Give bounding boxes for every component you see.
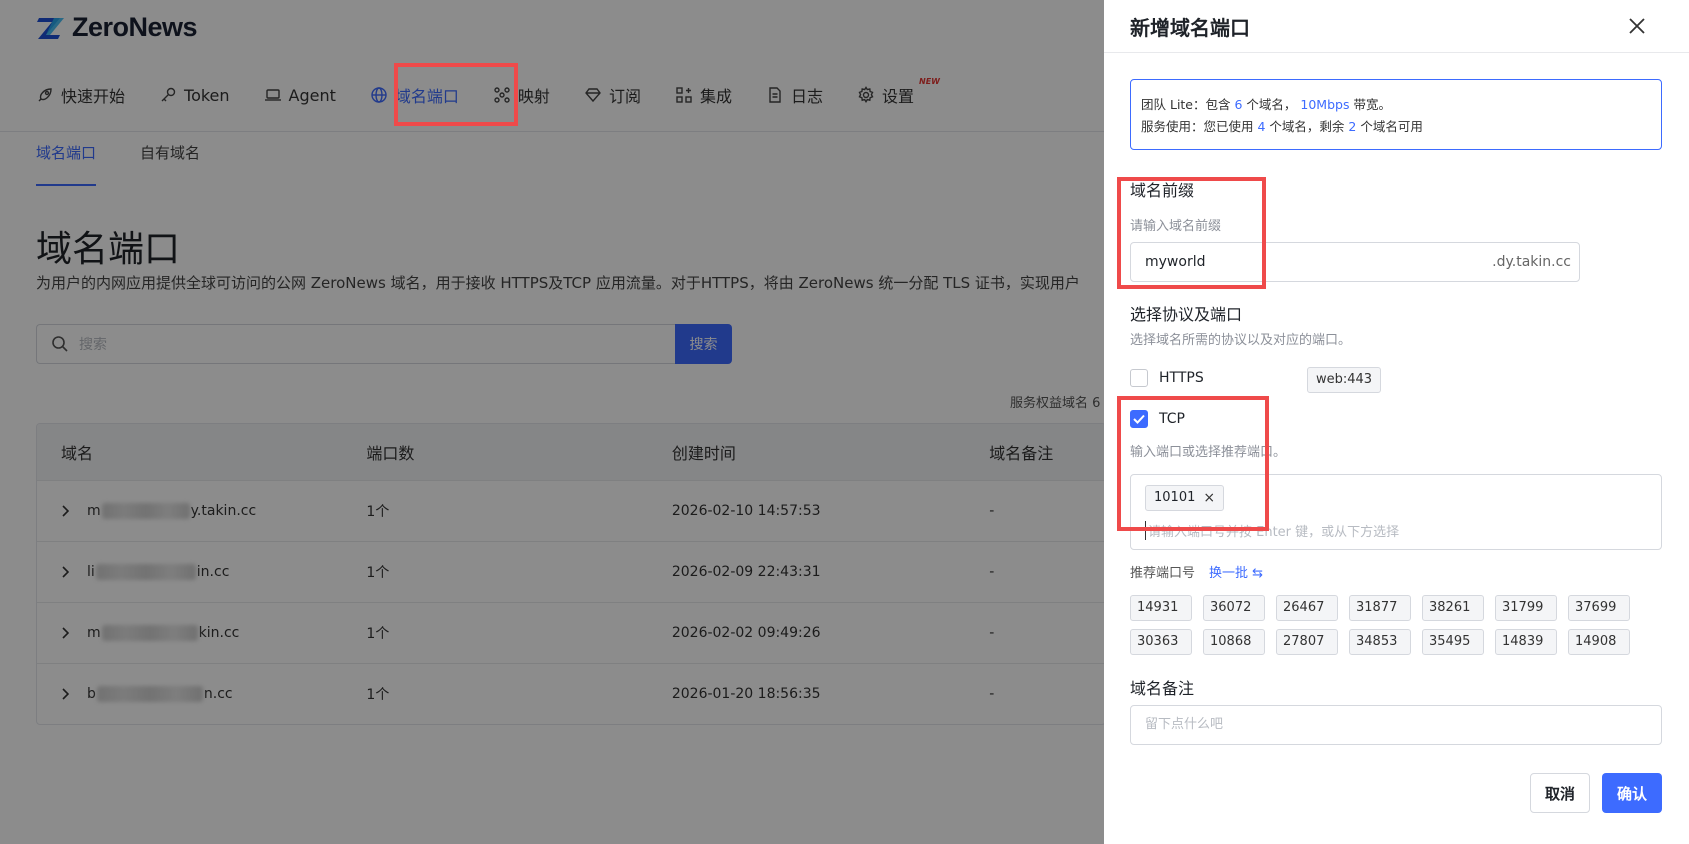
tag-remove-icon[interactable]: ×	[1203, 486, 1215, 510]
plan-line: 团队 Lite：包含 6 个域名， 10Mbps 带宽。	[1141, 97, 1391, 112]
domain-suffix: .dy.takin.cc	[1492, 254, 1571, 270]
recommended-port[interactable]: 35495	[1422, 629, 1484, 655]
tcp-option[interactable]: TCP	[1130, 410, 1185, 428]
recommended-port[interactable]: 38261	[1422, 595, 1484, 621]
recommended-port[interactable]: 31877	[1349, 595, 1411, 621]
protocol-hint: 选择域名所需的协议以及对应的端口。	[1130, 333, 1352, 348]
https-option[interactable]: HTTPS web:443	[1130, 367, 1382, 393]
prefix-value: myworld	[1145, 254, 1206, 270]
port-input-placeholder[interactable]: 请输入端口号并按 Enter 键，或从下方选择	[1145, 521, 1399, 540]
recommended-port[interactable]: 14908	[1568, 629, 1630, 655]
modal-overlay[interactable]	[0, 0, 1104, 844]
recommend-label: 推荐端口号	[1130, 566, 1196, 581]
remark-input[interactable]: 留下点什么吧	[1130, 705, 1662, 745]
selected-port-tag: 10101 ×	[1145, 485, 1225, 511]
tcp-checkbox[interactable]	[1130, 410, 1148, 428]
cancel-button[interactable]: 取消	[1530, 773, 1590, 813]
tcp-hint: 输入端口或选择推荐端口。	[1130, 445, 1287, 460]
domain-prefix-input[interactable]: myworld .dy.takin.cc	[1130, 242, 1580, 282]
tcp-label: TCP	[1159, 411, 1185, 427]
recommended-port[interactable]: 10868	[1203, 629, 1265, 655]
recommended-port[interactable]: 34853	[1349, 629, 1411, 655]
recommended-ports: 14931 36072 26467 31877 38261 31799 3769…	[1130, 595, 1650, 655]
https-port-badge: web:443	[1307, 367, 1382, 393]
https-checkbox[interactable]	[1130, 369, 1148, 387]
recommended-port[interactable]: 36072	[1203, 595, 1265, 621]
recommended-port[interactable]: 26467	[1276, 595, 1338, 621]
refresh-ports-link[interactable]: 换一批 ⇆	[1209, 562, 1263, 581]
recommended-port[interactable]: 30363	[1130, 629, 1192, 655]
add-domain-drawer: 新增域名端口 团队 Lite：包含 6 个域名， 10Mbps 带宽。 服务使用…	[1104, 0, 1689, 844]
port-tag-input[interactable]: 10101 × 请输入端口号并按 Enter 键，或从下方选择	[1130, 474, 1662, 550]
drawer-title: 新增域名端口	[1130, 16, 1250, 40]
confirm-button[interactable]: 确认	[1602, 773, 1662, 813]
protocol-label: 选择协议及端口	[1130, 305, 1243, 324]
recommended-port[interactable]: 31799	[1495, 595, 1557, 621]
recommended-port[interactable]: 27807	[1276, 629, 1338, 655]
checkmark-icon	[1133, 414, 1145, 424]
drawer-header: 新增域名端口	[1104, 0, 1689, 53]
recommend-header: 推荐端口号 换一批 ⇆	[1130, 562, 1263, 581]
close-icon[interactable]	[1625, 14, 1649, 38]
recommended-port[interactable]: 14931	[1130, 595, 1192, 621]
https-label: HTTPS	[1159, 370, 1204, 386]
usage-line: 服务使用：您已使用 4 个域名，剩余 2 个域名可用	[1141, 119, 1423, 134]
remark-label: 域名备注	[1130, 679, 1195, 698]
recommended-port[interactable]: 37699	[1568, 595, 1630, 621]
plan-info-box: 团队 Lite：包含 6 个域名， 10Mbps 带宽。 服务使用：您已使用 4…	[1130, 79, 1662, 150]
recommended-port[interactable]: 14839	[1495, 629, 1557, 655]
selected-port-value: 10101	[1154, 490, 1196, 505]
highlight-nav-box	[394, 63, 518, 126]
prefix-label: 域名前缀	[1130, 181, 1195, 200]
prefix-hint: 请输入域名前缀	[1130, 219, 1222, 234]
